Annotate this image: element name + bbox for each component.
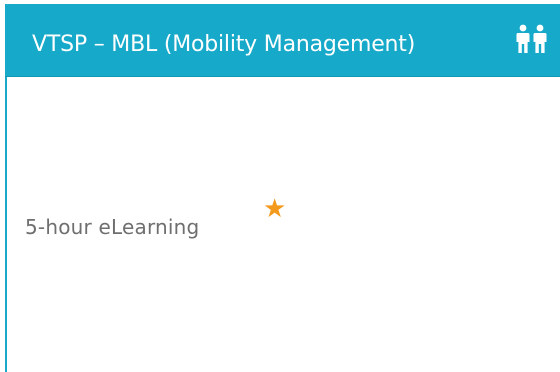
course-title[interactable]: VTSP – MBL (Mobility Management) bbox=[32, 31, 415, 59]
card-header: VTSP – MBL (Mobility Management) bbox=[5, 4, 560, 76]
course-format: 5-hour eLearning bbox=[25, 215, 200, 239]
course-card[interactable]: VTSP – MBL (Mobility Management) 5-hour … bbox=[5, 4, 560, 372]
people-icon bbox=[516, 24, 547, 53]
star-icon: ★ bbox=[263, 194, 287, 224]
